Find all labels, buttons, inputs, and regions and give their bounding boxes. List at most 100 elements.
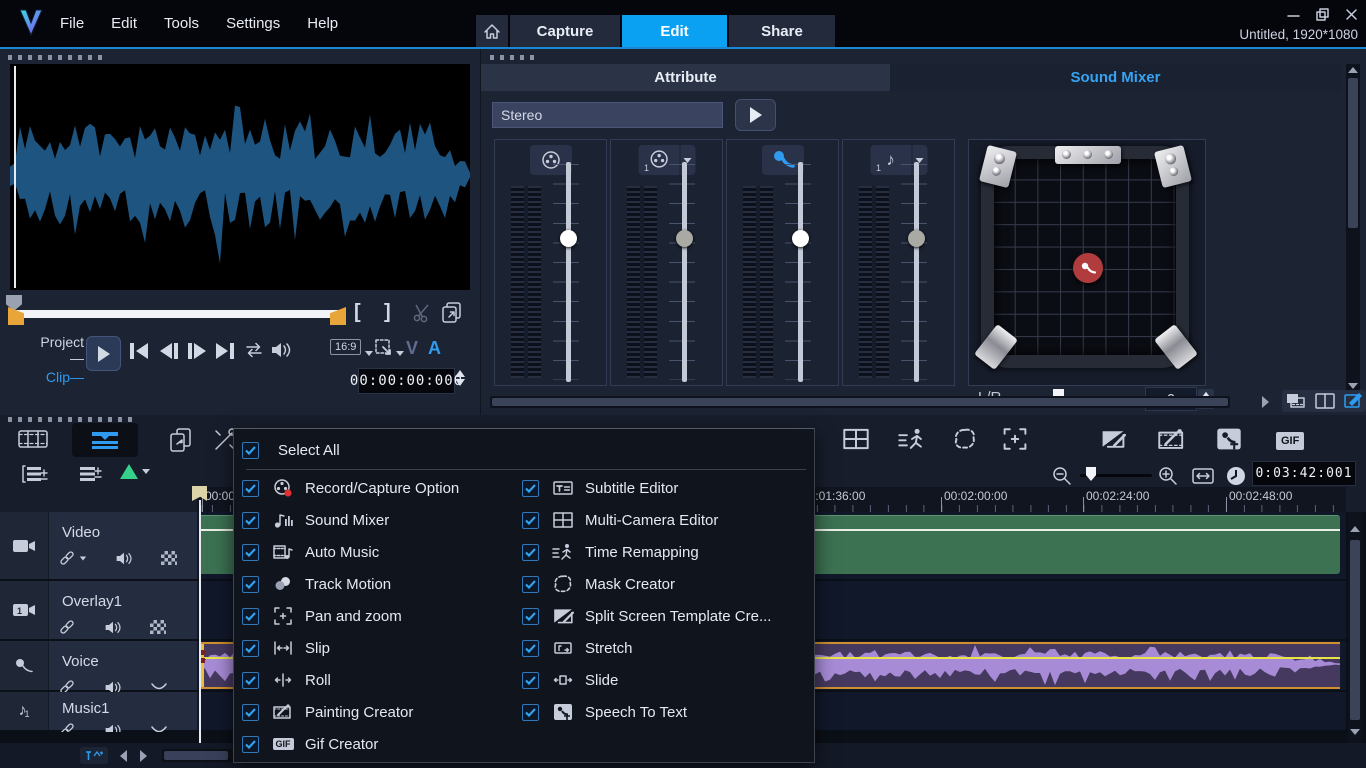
checkbox-checked[interactable]: [522, 640, 539, 657]
checkbox-checked[interactable]: [242, 672, 259, 689]
menu-item-painting-creator[interactable]: Painting Creator: [242, 699, 413, 725]
player-timecode[interactable]: 00:00:00:000: [358, 368, 455, 394]
menu-item-auto-music[interactable]: Auto Music: [242, 539, 379, 565]
storyboard-view-icon[interactable]: [18, 427, 48, 451]
panel-drag-handle[interactable]: [490, 55, 540, 60]
mark-in-button[interactable]: [: [354, 301, 361, 324]
checkbox-checked[interactable]: [242, 608, 259, 625]
minimize-button[interactable]: [1287, 8, 1300, 21]
voice-track-type-cell[interactable]: [0, 641, 49, 690]
fit-project-icon[interactable]: [1192, 468, 1214, 484]
add-track-icon[interactable]: [78, 464, 102, 484]
panel-drag-handle[interactable]: [8, 417, 138, 422]
selection-tool-icon[interactable]: [374, 338, 394, 358]
track-transparency-toggle[interactable]: [161, 551, 177, 565]
volume-slider-knob[interactable]: [560, 230, 577, 247]
checkbox-checked[interactable]: [242, 512, 259, 529]
music-track-header[interactable]: ♪ 1 Music1: [0, 692, 197, 732]
clip-mode-label[interactable]: Clip—: [28, 369, 84, 385]
track-mute-toggle[interactable]: [104, 680, 122, 693]
previous-frame-button[interactable]: [160, 342, 178, 360]
project-mode-label[interactable]: Project—: [28, 334, 84, 366]
ripple-edit-toggle[interactable]: [120, 464, 150, 479]
restore-button[interactable]: [1316, 8, 1329, 21]
track-ducking-toggle[interactable]: [150, 681, 168, 692]
close-button[interactable]: [1345, 8, 1358, 21]
checkbox-checked[interactable]: [522, 608, 539, 625]
time-remapping-icon[interactable]: [898, 427, 926, 451]
volume-icon[interactable]: [270, 341, 292, 359]
video-track-header[interactable]: Video: [0, 512, 197, 581]
link-toggle[interactable]: [58, 679, 76, 692]
track-ducking-toggle[interactable]: [150, 724, 168, 732]
menu-item-mask-creator[interactable]: Mask Creator: [522, 571, 675, 597]
menu-item-pan-zoom[interactable]: Pan and zoom: [242, 603, 402, 629]
voice-track-header[interactable]: Voice: [0, 641, 197, 692]
split-screen-template-icon[interactable]: [1100, 427, 1126, 451]
overlay-track-header[interactable]: 1 Overlay1: [0, 581, 197, 641]
enlarge-preview-icon[interactable]: [441, 301, 463, 323]
checkbox-checked[interactable]: [522, 672, 539, 689]
timecode-spinner[interactable]: [455, 370, 465, 386]
menu-item-subtitle-editor[interactable]: Subtitle Editor: [522, 475, 678, 501]
checkbox-checked[interactable]: [522, 704, 539, 721]
menu-item-track-motion[interactable]: Track Motion: [242, 571, 391, 597]
panel-drag-handle[interactable]: [8, 55, 102, 60]
menu-item-multicam-editor[interactable]: Multi-Camera Editor: [522, 507, 718, 533]
tab-edit[interactable]: Edit: [622, 15, 727, 47]
zoom-in-icon[interactable]: [1158, 466, 1178, 486]
split-clip-scissors-icon[interactable]: [412, 302, 434, 324]
menu-file[interactable]: File: [60, 15, 84, 32]
menu-item-stretch[interactable]: Stretch: [522, 635, 633, 661]
scroll-right-arrow[interactable]: [140, 750, 147, 762]
track-transparency-toggle[interactable]: [150, 620, 166, 634]
aspect-ratio-button[interactable]: 16:9: [330, 339, 361, 355]
volume-slider-knob[interactable]: [908, 230, 925, 247]
pan-zoom-icon[interactable]: [1002, 427, 1028, 451]
volume-slider-knob[interactable]: [676, 230, 693, 247]
checkbox-checked[interactable]: [242, 480, 259, 497]
repeat-icon[interactable]: [244, 342, 264, 358]
checkbox-checked[interactable]: [242, 736, 259, 753]
link-toggle[interactable]: [58, 550, 87, 566]
menu-item-slide[interactable]: Slide: [522, 667, 618, 693]
menu-help[interactable]: Help: [307, 15, 338, 32]
painting-creator-icon[interactable]: [1158, 427, 1186, 451]
menu-item-record-capture[interactable]: Record/Capture Option: [242, 475, 459, 501]
next-frame-button[interactable]: [188, 342, 206, 360]
pan-position-puck[interactable]: [1073, 253, 1103, 283]
mark-out-button[interactable]: ]: [384, 301, 391, 324]
timeline-zoom-knob[interactable]: [1086, 467, 1096, 481]
mixer-play-button[interactable]: [735, 99, 776, 131]
go-to-end-button[interactable]: [216, 342, 234, 360]
scrubber-track[interactable]: [12, 310, 344, 318]
menu-item-split-screen-template[interactable]: Split Screen Template Cre...: [522, 603, 771, 629]
options-horizontal-scrollbar[interactable]: [490, 396, 1230, 408]
selection-tool-dropdown-icon[interactable]: [396, 351, 404, 356]
overlay-track-type-cell[interactable]: 1: [0, 581, 49, 639]
tab-sound-mixer[interactable]: Sound Mixer: [890, 64, 1341, 91]
home-tab[interactable]: [476, 15, 508, 47]
checkbox-checked[interactable]: [242, 704, 259, 721]
menu-item-roll[interactable]: Roll: [242, 667, 331, 693]
dual-view-icon[interactable]: [1315, 393, 1335, 409]
music-track-type-cell[interactable]: ♪ 1: [0, 692, 49, 730]
track-mute-toggle[interactable]: [104, 723, 122, 733]
audio-mode-select[interactable]: Stereo: [492, 102, 723, 128]
checkbox-checked[interactable]: [522, 480, 539, 497]
checkbox-checked[interactable]: [242, 544, 259, 561]
subtitle-track-button[interactable]: [80, 747, 108, 764]
tab-capture[interactable]: Capture: [510, 15, 620, 47]
edit-options-icon[interactable]: [1344, 393, 1362, 409]
play-button[interactable]: [86, 336, 121, 371]
menu-item-gif-creator[interactable]: GIF Gif Creator: [242, 731, 378, 757]
aspect-ratio-dropdown-icon[interactable]: [365, 351, 373, 356]
menu-item-time-remapping[interactable]: Time Remapping: [522, 539, 699, 565]
options-vertical-scrollbar[interactable]: [1346, 64, 1360, 392]
checkbox-checked[interactable]: [242, 640, 259, 657]
link-toggle[interactable]: [58, 619, 76, 635]
library-panel-icon[interactable]: [1286, 393, 1306, 409]
timeline-view-button[interactable]: [72, 423, 138, 457]
zoom-out-icon[interactable]: [1052, 466, 1072, 486]
checkbox-checked[interactable]: [522, 576, 539, 593]
